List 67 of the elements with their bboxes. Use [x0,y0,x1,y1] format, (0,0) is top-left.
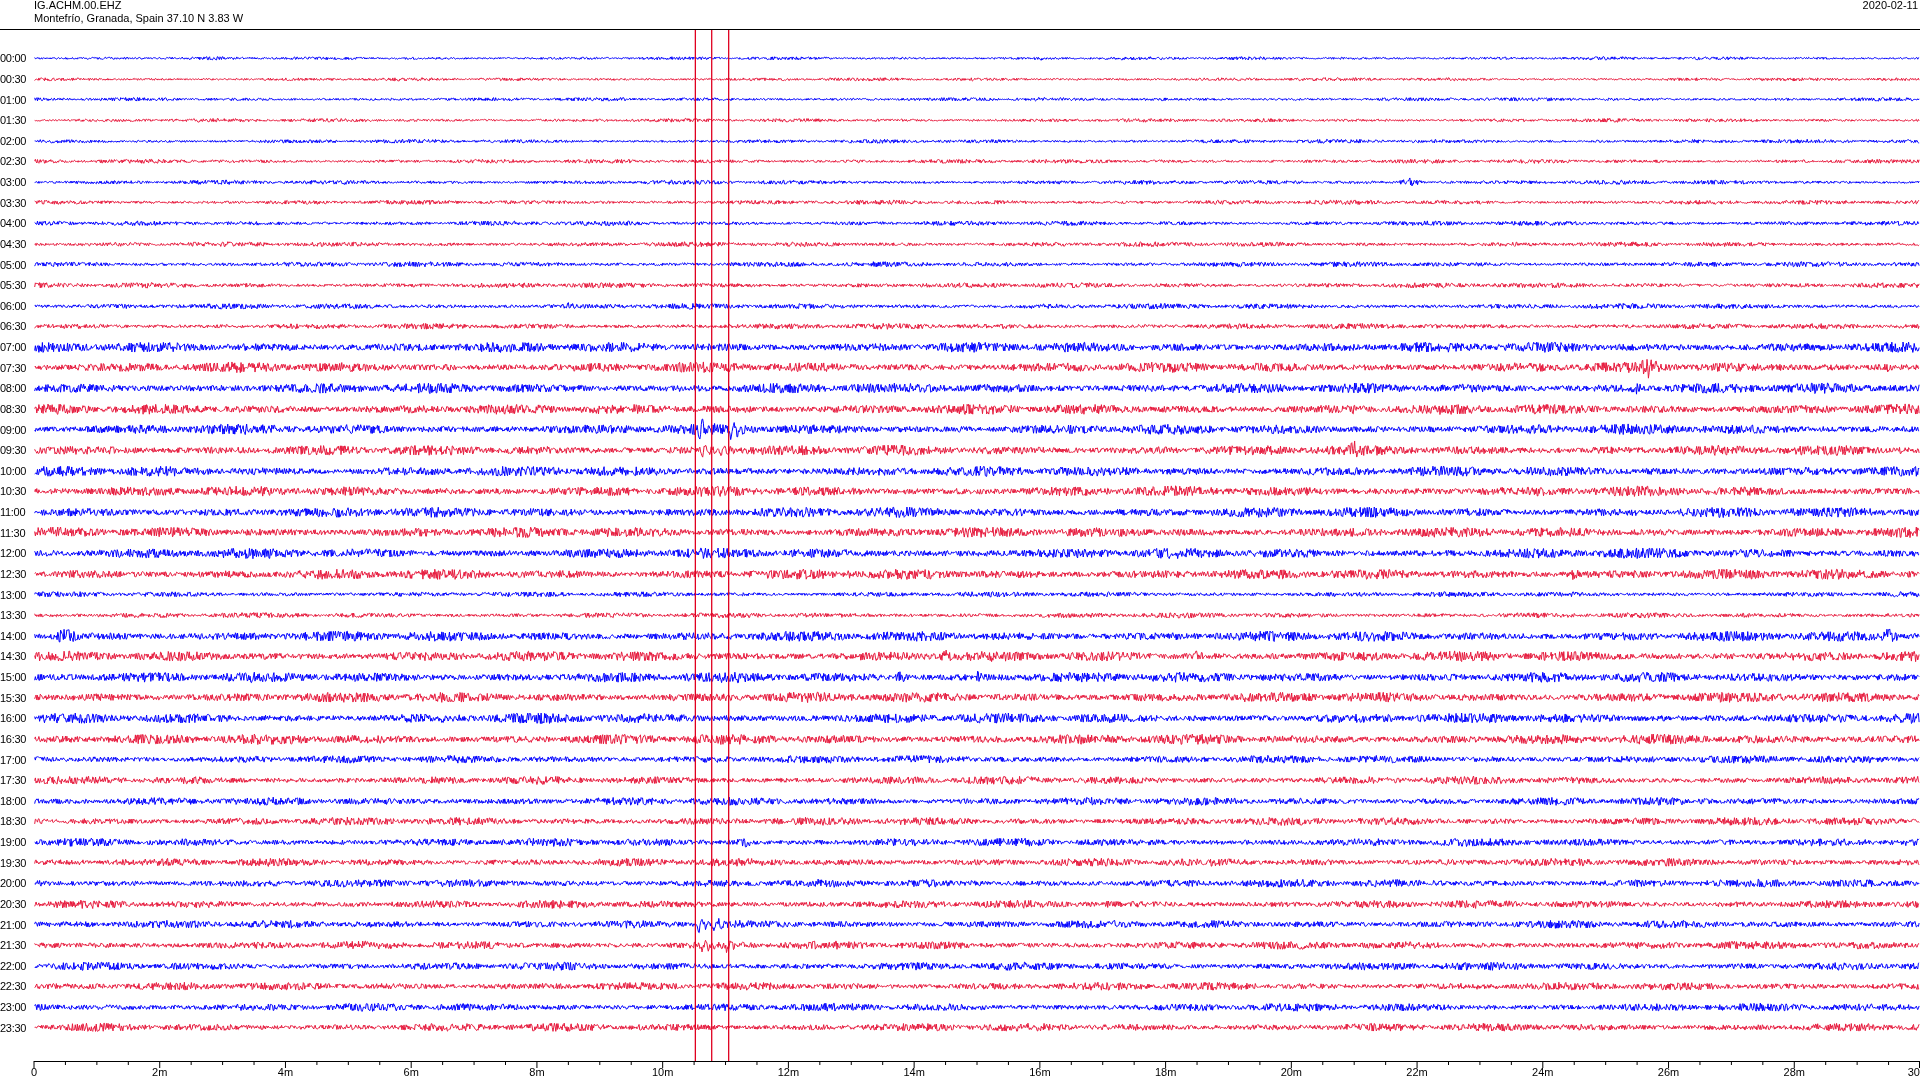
time-label: 19:00 [0,836,28,849]
axis-tick-label: 22m [1406,1066,1428,1078]
time-label: 23:00 [0,1001,28,1014]
time-label: 06:30 [0,320,28,333]
time-label: 22:00 [0,959,28,972]
axis-tick-label: 4m [277,1066,294,1078]
time-label: 20:00 [0,877,28,890]
axis-tick-label: 30 [1907,1066,1920,1078]
time-label: 01:30 [0,114,28,127]
time-label: 22:30 [0,980,28,993]
time-label: 09:00 [0,423,28,436]
axis-tick-label: 20m [1280,1066,1303,1078]
axis-tick-label: 6m [403,1066,419,1078]
station-code: IG.ACHM.00.EHZ [34,0,123,12]
time-label: 12:30 [0,567,28,580]
time-label: 06:00 [0,299,28,312]
time-label: 19:30 [0,856,28,869]
time-label: 02:00 [0,134,28,147]
axis-tick-label: 0 [30,1066,38,1078]
time-label: 09:30 [0,444,28,457]
axis-tick-label: 18m [1154,1066,1177,1078]
time-label: 14:30 [0,650,28,663]
time-label: 17:30 [0,774,28,787]
time-label: 04:30 [0,237,28,250]
time-label: 07:30 [0,361,28,374]
time-label: 13:30 [0,609,28,622]
axis-tick-label: 28m [1783,1066,1805,1078]
axis-tick-label: 10m [651,1066,674,1078]
time-label: 11:30 [0,526,27,539]
time-label: 20:30 [0,897,28,910]
time-label: 08:30 [0,402,28,415]
axis-tick-label: 16m [1029,1066,1051,1078]
axis-tick-label: 26m [1657,1066,1680,1078]
time-label: 05:00 [0,258,28,271]
axis-tick-label: 8m [529,1066,545,1078]
time-label: 18:30 [0,815,28,828]
time-label: 23:30 [0,1021,28,1034]
time-label: 16:30 [0,732,28,745]
time-label: 08:00 [0,382,28,395]
time-label: 12:00 [0,547,28,560]
time-label: 00:30 [0,72,28,85]
time-label: 10:00 [0,464,28,477]
time-label: 16:00 [0,712,28,725]
time-label: 18:00 [0,794,28,807]
plot-date: 2020-02-11 [1862,0,1918,12]
time-label: 01:00 [0,93,28,106]
time-label: 07:00 [0,341,28,354]
time-label: 04:00 [0,217,28,230]
time-label: 03:30 [0,196,28,209]
axis-tick-label: 14m [903,1066,925,1078]
time-label: 00:00 [0,52,28,65]
time-label: 15:00 [0,671,28,684]
time-label: 15:30 [0,691,28,704]
time-label: 02:30 [0,155,28,168]
axis-tick-label: 2m [152,1066,168,1078]
time-label: 17:00 [0,753,28,766]
time-label: 21:30 [0,939,28,952]
time-label: 13:00 [0,588,28,601]
axis-tick-label: 24m [1532,1066,1554,1078]
station-location: Montefrío, Granada, Spain 37.10 N 3.83 W [34,12,244,25]
time-label: 10:30 [0,485,28,498]
time-label: 21:00 [0,918,28,931]
axis-tick-label: 12m [777,1066,800,1078]
time-label: 14:00 [0,629,28,642]
time-label: 11:00 [0,506,27,519]
time-label: 05:30 [0,279,28,292]
time-label: 03:00 [0,176,28,189]
